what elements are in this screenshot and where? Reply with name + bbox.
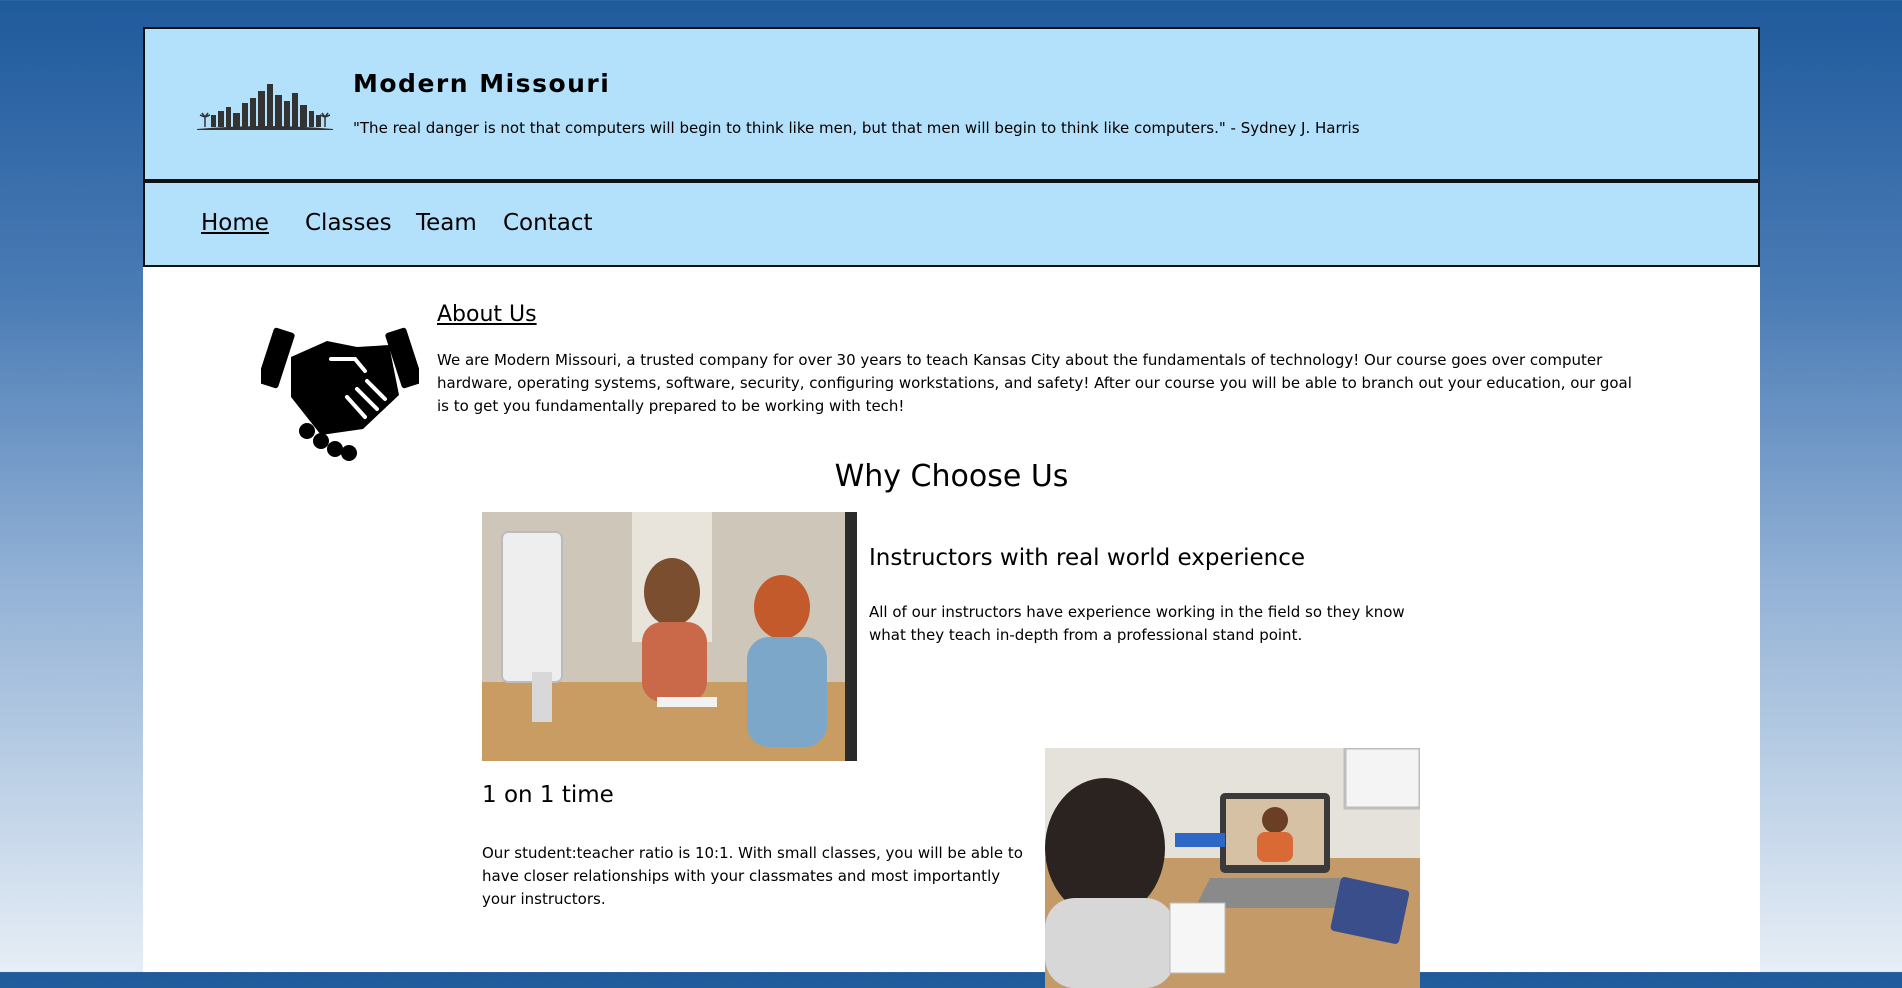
feature-title-instructors: Instructors with real world experience bbox=[869, 545, 1306, 571]
page-container: Modern Missouri "The real danger is not … bbox=[143, 27, 1760, 988]
feature-text-one-on-one: Our student:teacher ratio is 10:1. With … bbox=[482, 844, 1023, 908]
about-title: About Us bbox=[437, 302, 537, 327]
site-title: Modern Missouri bbox=[353, 69, 611, 98]
why-choose-us-heading: Why Choose Us bbox=[834, 459, 1069, 494]
nav-item-team[interactable]: Team bbox=[416, 210, 477, 236]
site-header: Modern Missouri "The real danger is not … bbox=[143, 27, 1760, 181]
about-text: We are Modern Missouri, a trusted compan… bbox=[437, 351, 1632, 415]
header-quote: "The real danger is not that computers w… bbox=[353, 119, 1360, 137]
instructor-photo bbox=[482, 512, 857, 761]
feature-title-one-on-one: 1 on 1 time bbox=[482, 782, 614, 808]
video-call-photo bbox=[1045, 748, 1420, 988]
nav-item-home[interactable]: Home bbox=[201, 210, 269, 236]
main-nav: Home Classes Team Contact bbox=[143, 181, 1760, 267]
nav-item-classes[interactable]: Classes bbox=[305, 210, 392, 236]
city-skyline-icon bbox=[197, 84, 333, 130]
nav-item-contact[interactable]: Contact bbox=[503, 210, 592, 236]
handshake-icon bbox=[261, 327, 419, 461]
feature-text-instructors: All of our instructors have experience w… bbox=[869, 603, 1405, 644]
